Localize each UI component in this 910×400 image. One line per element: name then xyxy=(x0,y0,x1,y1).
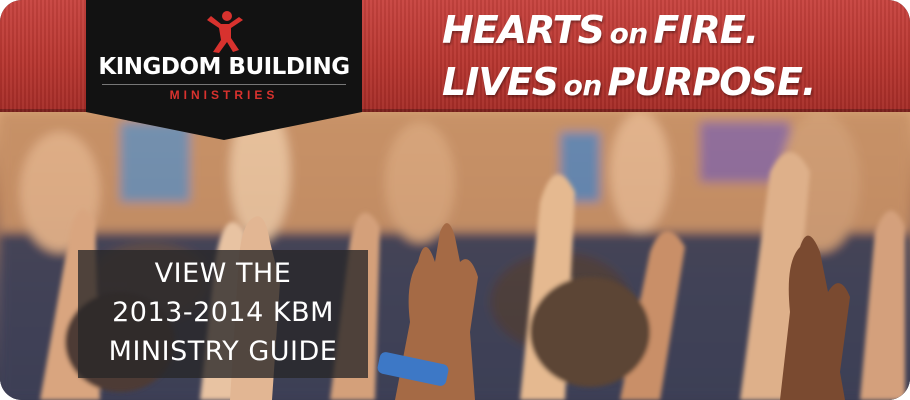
kbm-banner[interactable]: KINGDOM BUILDING MINISTRIES HEARTS on FI… xyxy=(0,0,910,400)
logo-notch xyxy=(86,112,362,140)
tagline-line-2: LIVES on PURPOSE. xyxy=(442,60,816,104)
person-figure-icon xyxy=(207,11,243,53)
logo-divider xyxy=(102,84,346,85)
guide-line-1: VIEW THE xyxy=(154,258,292,289)
logo-subtitle: MINISTRIES xyxy=(169,88,279,102)
logo-name: KINGDOM BUILDING xyxy=(98,54,350,80)
tagline-line-1: HEARTS on FIRE. xyxy=(442,8,759,52)
kbm-logo[interactable]: KINGDOM BUILDING MINISTRIES xyxy=(86,0,362,112)
tagline: HEARTS on FIRE. LIVES on PURPOSE. xyxy=(442,8,902,112)
view-guide-button[interactable]: VIEW THE 2013-2014 KBM MINISTRY GUIDE xyxy=(78,250,368,378)
guide-line-3: MINISTRY GUIDE xyxy=(108,336,338,367)
guide-line-2: 2013-2014 KBM xyxy=(112,297,334,328)
